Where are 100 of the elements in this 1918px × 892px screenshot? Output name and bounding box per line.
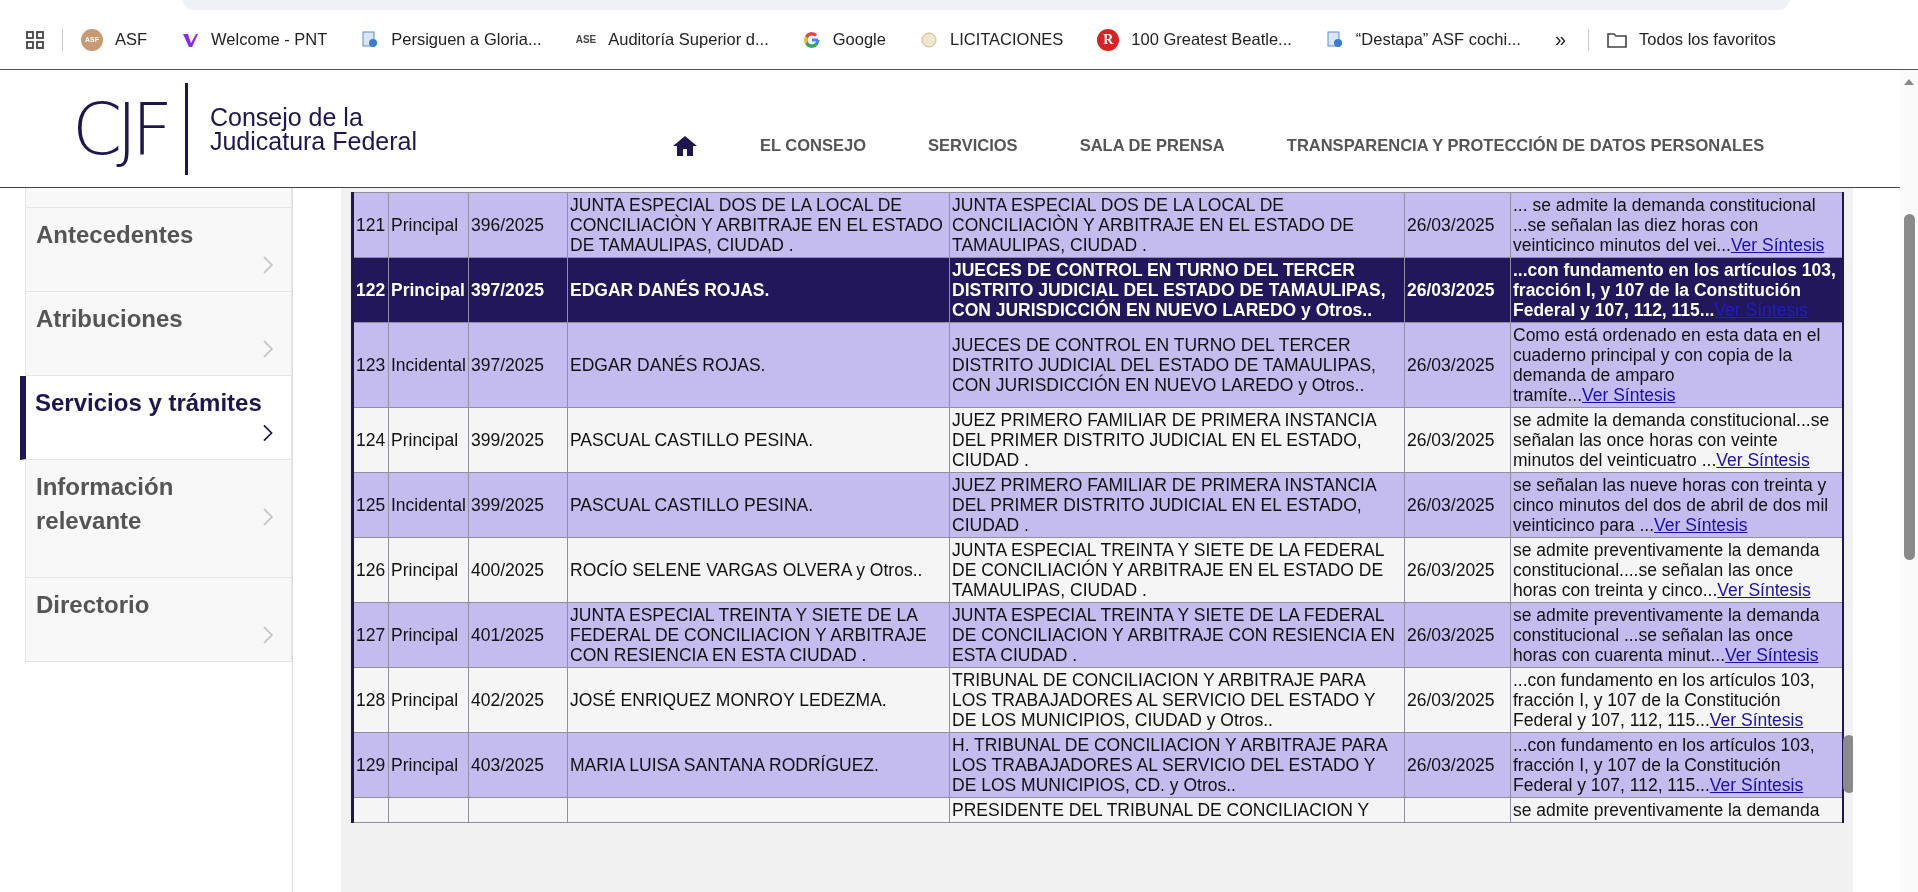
scrollbar-thumb[interactable] [1842,735,1853,793]
seal-icon [919,30,938,49]
ver-sintesis-link[interactable]: Ver Síntesis [1725,645,1819,665]
table-row[interactable]: PRESIDENTE DEL TRIBUNAL DE CONCILIACION Y se admite preventivamente la demanda [352,797,1843,823]
nav-link[interactable]: TRANSPARENCIA Y PROTECCIÓN DE DATOS PERSONALES [1286,136,1765,155]
scroll-up-icon[interactable] [1903,78,1915,86]
document-icon [1325,30,1344,49]
table-row[interactable] [352,407,1843,473]
table-cell: 124 [352,407,389,473]
table-cell: 26/03/2025 [1404,407,1511,473]
scrollbar-thumb[interactable] [1903,214,1915,560]
chevron-right-icon [263,340,273,358]
more-bookmarks-button[interactable]: » [1554,28,1567,51]
table-cell: 26/03/2025 [1404,257,1511,323]
table-row[interactable] [352,732,1843,798]
table-cell: JUECES DE CONTROL EN TURNO DEL TERCER DISTRITO JUDICIAL DEL ESTADO DE TAMAULIPAS, CON JURISDICCIÓN EN NUEVO LAREDO y Otros.. [949,257,1405,323]
table-row[interactable] [352,602,1843,668]
table-cell: se admite preventivamente la demanda [1510,797,1843,823]
sidebar-item[interactable]: Atribuciones [25,292,292,376]
table-cell: JUNTA ESPECIAL TREINTA Y SIETE DE LA FEDERAL DE CONCILIACION Y ARBITRAJE CON RESIENCIA EN ESTA CIUDAD . [949,602,1405,668]
table-cell: 397/2025 [468,257,568,323]
bookmark[interactable]: “Destapa” ASF cochi... [1325,30,1521,49]
table-cell: MARIA LUISA SANTANA RODRÍGUEZ. [567,732,950,798]
folder-icon [1607,31,1628,48]
apps-grid-icon[interactable] [26,30,44,49]
table-cell [352,797,389,823]
table-cell: ...con fundamento en los artículos 103, fracción I, y 107 de la Constitución Federal y 107, 112, 115...Ver Síntesis [1510,732,1843,798]
favicon-icon: R [1097,28,1120,51]
home-icon[interactable] [672,134,698,157]
sidebar-item[interactable]: Antecedentes [25,208,292,292]
table-cell: se admite la demanda constitucional...se señalan las once horas con veinte minutos del veinticuatro ...Ver Síntesis [1510,407,1843,473]
table-cell: 128 [352,667,389,733]
table-cell: JUNTA ESPECIAL TREINTA Y SIETE DE LA FEDERAL DE CONCILIACION Y ARBITRAJE CON RESIENCIA EN ESTA CIUDAD . [567,602,950,668]
table-cell: 126 [352,537,389,603]
favicon-icon: ASE [575,34,597,45]
table-row[interactable] [352,192,1843,258]
bookmark[interactable]: Persiguen a Gloria... [361,30,542,49]
table-cell: 399/2025 [468,472,568,538]
bookmark[interactable]: LICITACIONES [919,30,1064,49]
table-row[interactable] [352,257,1843,323]
nav-link[interactable]: EL CONSEJO [760,136,867,155]
table-cell: ...con fundamento en los artículos 103, fracción I, y 107 de la Constitución Federal y 107, 112, 115...Ver Síntesis [1510,667,1843,733]
ver-sintesis-link[interactable]: Ver Síntesis [1709,710,1804,730]
table-cell: PASCUAL CASTILLO PESINA. [567,407,950,473]
nav-link[interactable]: SALA DE PRENSA [1079,136,1225,155]
ver-sintesis-link[interactable]: Ver Síntesis [1730,235,1825,255]
chevron-right-icon [263,626,273,644]
table-cell: Incidental [388,472,469,538]
table-cell: ... se admite la demanda constitucional ...se señalan las diez horas con veinticinco minutos del vei...Ver Síntesis [1510,192,1843,258]
ver-sintesis-link[interactable]: Ver Síntesis [1709,775,1804,795]
table-cell: JUNTA ESPECIAL DOS DE LA LOCAL DE CONCILIACIÒN Y ARBITRAJE EN EL ESTADO DE TAMAULIPAS, CIUDAD . [949,192,1405,258]
sidebar-item[interactable]: Directorio [25,578,292,662]
bookmark[interactable]: Google [802,30,886,49]
table-cell: se admite preventivamente la demanda constitucional....se señalan las once horas con treinta y cinco...Ver Síntesis [1510,537,1843,603]
chevron-right-icon [263,508,273,526]
g-logo-icon [802,30,821,49]
table-cell: 127 [352,602,389,668]
table-row[interactable] [352,322,1843,408]
table-cell: 129 [352,732,389,798]
ver-sintesis-link[interactable]: Ver Síntesis [1716,450,1810,470]
table-cell: JUNTA ESPECIAL TREINTA Y SIETE DE LA FEDERAL DE CONCILIACIÓN Y ARBITRAJE EN EL ESTADO DE TAMAULIPAS, CIUDAD . [949,537,1405,603]
table-cell: 401/2025 [468,602,568,668]
bookmark[interactable]: Welcome - PNT [181,30,328,49]
table-cell: Principal [388,537,469,603]
table-cell: 122 [352,257,389,323]
table-cell: 402/2025 [468,667,568,733]
table-row[interactable] [352,472,1843,538]
table-row[interactable] [352,667,1843,733]
table-cell: 26/03/2025 [1404,667,1511,733]
table-cell: 399/2025 [468,407,568,473]
sidebar-item[interactable]: Servicios y trámites [20,376,292,460]
ver-sintesis-link[interactable]: Ver Síntesis [1654,515,1748,535]
table-cell: Principal [388,732,469,798]
table-cell: se señalan las nueve horas con treinta y cinco minutos del dos de abril de dos mil veinticinco para ...Ver Síntesis [1510,472,1843,538]
table-cell: 400/2025 [468,537,568,603]
bookmark[interactable]: R 100 Greatest Beatle... [1097,28,1292,51]
table-cell: 396/2025 [468,192,568,258]
table-cell: 26/03/2025 [1404,472,1511,538]
table-cell: se admite preventivamente la demanda constitucional ...se señalan las once horas con cuarenta minut...Ver Síntesis [1510,602,1843,668]
table-cell: 125 [352,472,389,538]
table-cell: 397/2025 [468,322,568,408]
nav-link[interactable]: SERVICIOS [928,136,1018,155]
sidebar-item[interactable]: Información relevante [25,460,292,578]
table-cell: Principal [388,407,469,473]
logo[interactable]: CJF [72,86,167,171]
table-cell: 26/03/2025 [1404,322,1511,408]
table-cell: JUNTA ESPECIAL DOS DE LA LOCAL DE CONCILIACIÒN Y ARBITRAJE EN EL ESTADO DE TAMAULIPAS, CIUDAD . [567,192,950,258]
table-cell: 403/2025 [468,732,568,798]
ver-sintesis-link[interactable]: Ver Síntesis [1582,385,1676,405]
table-cell: EDGAR DANÉS ROJAS. [567,257,950,323]
table-cell: Como está ordenado en esta data en el cuaderno principal y con copia de la demanda de amparo tramíte...Ver Síntesis [1510,322,1843,408]
all-bookmarks-button[interactable]: Todos los favoritos [1607,30,1776,49]
bookmark[interactable]: ASE Auditoría Superior d... [575,30,769,49]
table-row[interactable] [352,537,1843,603]
table-cell: ROCÍO SELENE VARGAS OLVERA y Otros.. [567,537,950,603]
table-cell: Principal [388,257,469,323]
ver-sintesis-link[interactable]: Ver Síntesis [1717,580,1811,600]
table-cell: 26/03/2025 [1404,602,1511,668]
table-cell: 26/03/2025 [1404,732,1511,798]
table-cell: 123 [352,322,389,408]
